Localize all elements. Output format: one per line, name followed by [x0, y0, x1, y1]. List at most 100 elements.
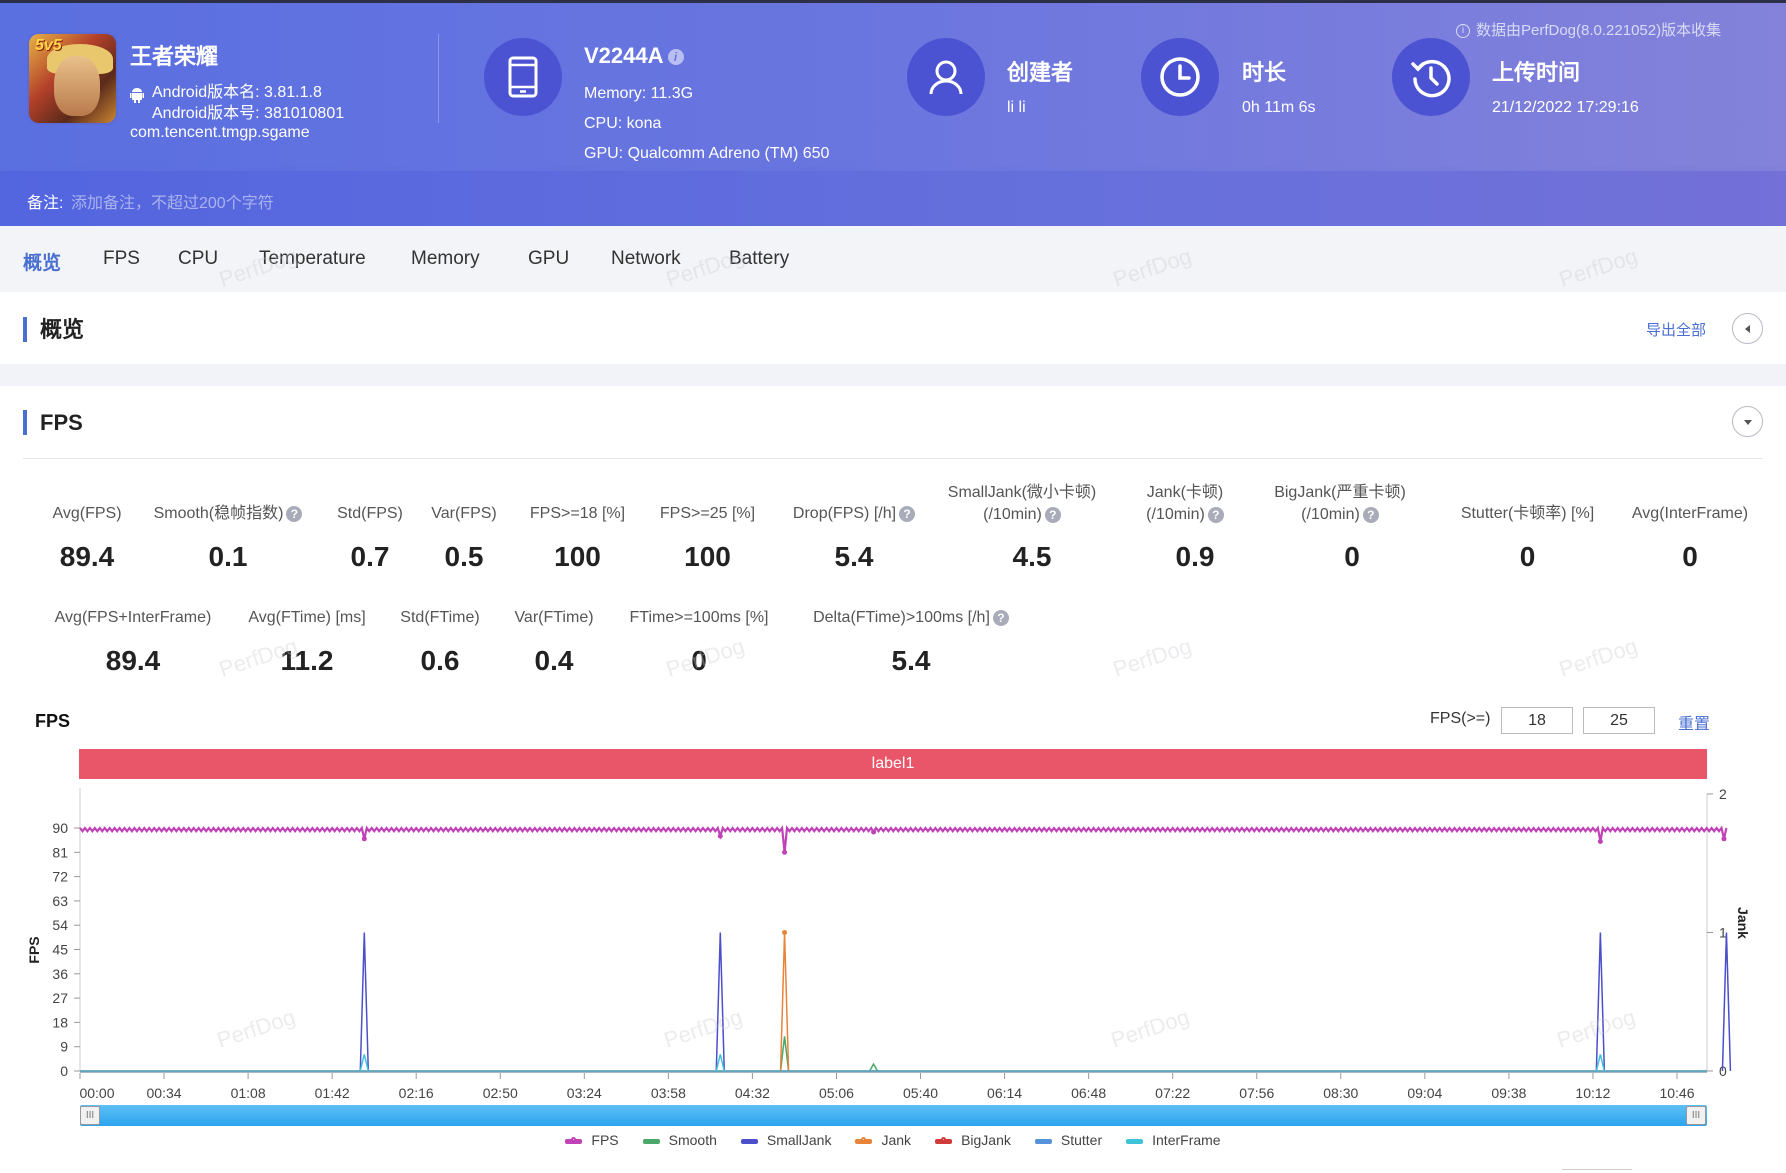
metric-label: Avg(FPS+InterFrame) — [54, 609, 212, 626]
legend-item-smooth[interactable]: Smooth — [642, 1132, 717, 1148]
app-icon: 5v5 — [27, 32, 118, 125]
help-icon[interactable]: ? — [1207, 506, 1224, 523]
chart-legend: FPS Smooth SmallJank Jank BigJank Stutter Inte… — [0, 1132, 1786, 1148]
fps-dip-point — [1721, 836, 1727, 842]
android-icon — [130, 88, 144, 103]
tab-overview[interactable]: 概览 — [23, 248, 61, 275]
legend-item-interframe[interactable]: InterFrame — [1126, 1132, 1221, 1148]
fps-threshold-2-input[interactable] — [1583, 707, 1655, 734]
collapse-down-button[interactable] — [1732, 406, 1763, 437]
metric-value-avg-interframe: 0 — [1682, 541, 1698, 572]
x-tick-label: 03:58 — [651, 1085, 686, 1100]
metric-label: Std(FTime) — [400, 609, 480, 626]
tab-fps[interactable]: FPS — [103, 248, 140, 270]
device-model: V2244A i — [584, 43, 684, 69]
y-tick-label: 72 — [52, 869, 68, 885]
tab-network[interactable]: Network — [611, 248, 681, 270]
legend-swatch — [855, 1136, 873, 1144]
fps-threshold-1-input[interactable] — [1501, 707, 1573, 734]
fps-line — [79, 825, 1728, 853]
series-smooth — [80, 1036, 1707, 1072]
user-icon — [907, 38, 985, 116]
legend-item-fps[interactable]: FPS — [565, 1132, 619, 1148]
smalljank-spike — [1595, 932, 1606, 1072]
tab-temperature[interactable]: Temperature — [259, 248, 366, 270]
metric-label: SmallJank(微小卡顿) (/10min)? — [947, 484, 1097, 523]
legend-item-jank[interactable]: Jank — [855, 1132, 911, 1148]
metric-value-bigjank: 0 — [1344, 541, 1360, 572]
x-tick-label: 02:50 — [483, 1085, 518, 1100]
overview-card — [0, 292, 1786, 364]
metric-value-drop-fps: 5.4 — [834, 541, 874, 572]
reset-button[interactable]: 重置 — [1678, 710, 1710, 734]
remark-input[interactable]: 添加备注，不超过200个字符 — [71, 189, 274, 213]
help-icon[interactable]: ? — [899, 505, 916, 522]
x-tick-label: 05:40 — [903, 1085, 938, 1100]
metric-value-var-ftime: 0.4 — [534, 645, 574, 676]
creator-value: li li — [1007, 99, 1026, 116]
report-header: 5v5 王者荣耀 Android版本名: 3.81.1.8 Android版本号… — [0, 3, 1786, 171]
metric-label: Avg(FPS) — [52, 505, 122, 522]
phone-icon — [484, 38, 562, 116]
tab-gpu[interactable]: GPU — [528, 248, 569, 270]
metric-label: Std(FPS) — [337, 505, 403, 522]
metric-label: Delta(FTime)>100ms [/h]? — [800, 607, 1022, 629]
x-tick-label: 09:04 — [1407, 1085, 1442, 1100]
slider-handle-right[interactable]: III — [1686, 1106, 1706, 1125]
metric-value-avg-fps-interframe: 89.4 — [105, 645, 161, 676]
help-icon[interactable]: ? — [286, 505, 303, 522]
metric-value-smooth: 0.1 — [208, 541, 248, 572]
remark-bar: 备注: 添加备注，不超过200个字符 — [0, 171, 1786, 226]
tab-memory[interactable]: Memory — [411, 248, 480, 270]
help-icon[interactable]: ? — [992, 609, 1009, 626]
x-tick-label: 06:48 — [1071, 1085, 1106, 1100]
legend-item-smalljank[interactable]: SmallJank — [740, 1132, 831, 1148]
help-icon[interactable]: ? — [1362, 506, 1379, 523]
watermark: PerfDog — [1108, 1004, 1192, 1053]
legend-item-stutter[interactable]: Stutter — [1034, 1132, 1103, 1148]
legend-item-bigjank[interactable]: BigJank — [935, 1132, 1011, 1148]
metric-value-stutter: 0 — [1519, 541, 1536, 572]
metric-label: Drop(FPS) [/h]? — [784, 503, 924, 525]
fps-dip-point — [871, 829, 877, 835]
y2-axis-title: Jank — [1735, 907, 1751, 939]
legend-label: Stutter — [1060, 1132, 1103, 1148]
y2-tick-label: 2 — [1719, 786, 1727, 802]
interframe-spike — [1595, 1054, 1606, 1072]
metric-value-avg-fps: 89.4 — [59, 541, 115, 572]
legend-swatch — [935, 1136, 953, 1144]
smalljank-spike — [359, 932, 370, 1072]
caret-down-icon — [1743, 419, 1752, 425]
legend-label: BigJank — [961, 1132, 1011, 1148]
device-memory: Memory: 11.3G — [584, 85, 694, 102]
collapse-left-button[interactable] — [1732, 313, 1763, 344]
y-tick-label: 36 — [52, 966, 68, 982]
metric-label: BigJank(严重卡顿) (/10min)? — [1274, 484, 1406, 523]
y-tick-label: 27 — [52, 990, 68, 1006]
caret-left-icon — [1744, 324, 1750, 333]
export-all-button[interactable]: 导出全部 — [1646, 319, 1706, 340]
y-tick-label: 54 — [52, 917, 68, 933]
creator-title: 创建者 — [1007, 60, 1074, 85]
time-range-slider[interactable] — [80, 1105, 1707, 1126]
metric-value-delta-ftime: 5.4 — [891, 645, 931, 676]
help-icon[interactable]: ? — [1044, 506, 1061, 523]
tab-cpu[interactable]: CPU — [178, 248, 218, 270]
android-version-code: Android版本号: 381010801 — [152, 105, 345, 122]
legend-swatch — [1034, 1138, 1052, 1144]
upload-value: 21/12/2022 17:29:16 — [1492, 99, 1639, 116]
y-tick-label: 81 — [52, 844, 68, 860]
metric-label: Avg(InterFrame) — [1631, 505, 1749, 522]
label-bar[interactable]: label1 — [79, 749, 1707, 779]
fps-chart[interactable]: 09182736455463728190FPS012Jank00:00 00:34… — [0, 780, 1786, 1100]
collected-by-text: 数据由PerfDog(8.0.221052)版本收集 — [1476, 22, 1722, 39]
info-icon[interactable]: i — [667, 49, 684, 66]
slider-handle-left[interactable]: III — [80, 1106, 100, 1125]
series-interframe — [80, 1054, 1707, 1072]
x-tick-label: 08:30 — [1323, 1085, 1358, 1100]
device-model-text: V2244A — [584, 43, 664, 68]
legend-swatch — [565, 1136, 583, 1144]
metric-value-avg-ftime: 11.2 — [280, 645, 334, 676]
history-icon — [1392, 38, 1470, 116]
tab-battery[interactable]: Battery — [729, 248, 789, 270]
